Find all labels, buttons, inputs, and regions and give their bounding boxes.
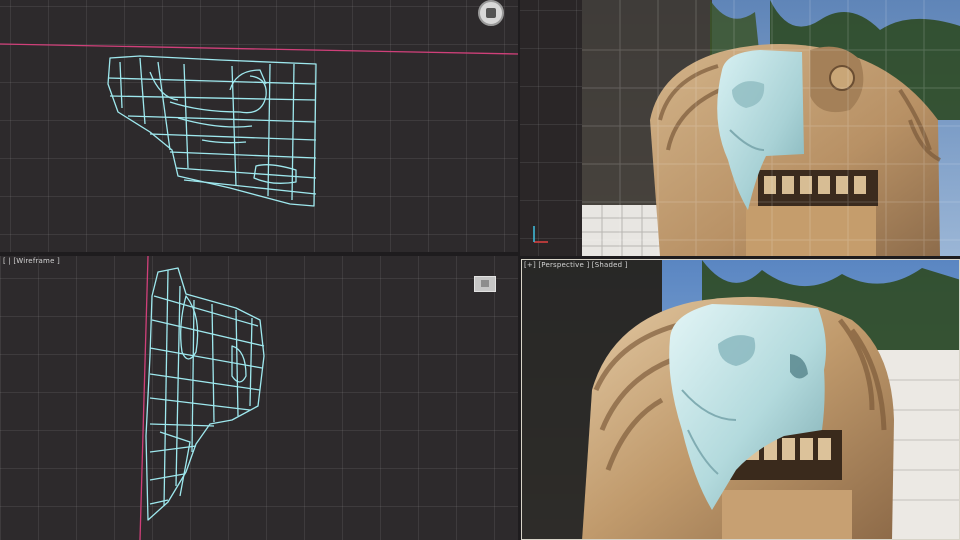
viewcube-home-icon[interactable]: [478, 0, 504, 26]
viewport-scene: [533, 0, 960, 256]
wireframe-mesh-front: [139, 256, 265, 540]
active-axis-line: [139, 256, 149, 540]
viewport-top-left[interactable]: [0, 0, 518, 252]
viewcube-home-button[interactable]: [474, 0, 508, 26]
viewport-bottom-right-perspective[interactable]: [+] [Perspective ] [Shaded ]: [521, 259, 960, 540]
active-axis-line: [0, 43, 518, 55]
axis-tripod-icon: [533, 226, 548, 243]
viewport-bottom-left[interactable]: [ | [Wireframe ]: [0, 256, 518, 540]
viewport-top-right[interactable]: [520, 0, 960, 256]
viewport-label[interactable]: [+] [Perspective ] [Shaded ]: [524, 261, 628, 269]
viewport-shading-icon[interactable]: [474, 276, 496, 292]
wireframe-mesh-side: [0, 43, 518, 207]
viewport-scene: [522, 260, 959, 539]
